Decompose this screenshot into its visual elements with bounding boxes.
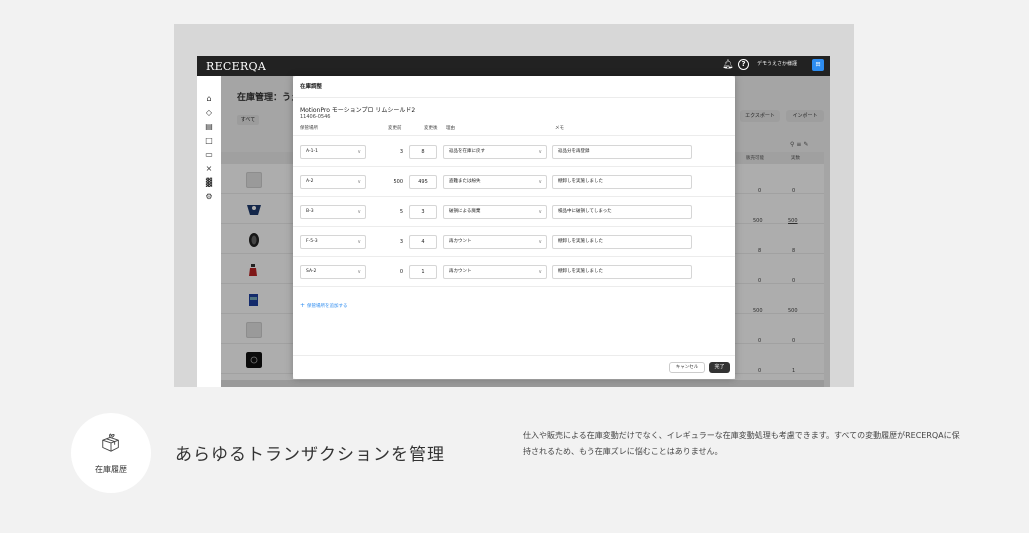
sidebar: ⌂ ◇ ▤ □ ▭ ⨯ ▓ ⚙ [197,76,221,387]
tag-icon[interactable]: ◇ [204,108,214,118]
add-location-link[interactable]: + 保管場所を追加する [300,302,348,309]
location-select[interactable]: A-2 ∨ [300,175,366,189]
before-value: 0 [399,269,403,275]
after-input[interactable]: 4 [409,235,437,249]
divider [293,286,735,287]
bell-icon[interactable]: 🔔︎ [722,60,733,70]
reason-select[interactable]: 再カウント ∨ [443,235,547,249]
memo-input[interactable]: 棚卸しを実施しました [552,175,692,189]
header-location: 保管場所 [300,126,318,131]
divider [293,97,735,98]
before-value: 500 [393,179,403,185]
memo-input[interactable]: 返品分を再登録 [552,145,692,159]
chevron-down-icon: ∨ [538,269,542,275]
header-reason: 理由 [446,126,455,131]
chevron-down-icon: ∨ [357,209,361,215]
home-icon[interactable]: ⌂ [204,94,214,104]
truck-icon[interactable]: ▭ [204,150,214,160]
reason-select[interactable]: 破損による廃棄 ∨ [443,205,547,219]
chevron-down-icon: ∨ [357,239,361,245]
after-input[interactable]: 1 [409,265,437,279]
folder-icon[interactable]: ▤ [204,122,214,132]
help-icon[interactable]: ? [738,59,749,70]
chevron-down-icon: ∨ [538,239,542,245]
cancel-button[interactable]: キャンセル [669,362,705,373]
chevron-down-icon: ∨ [538,149,542,155]
screenshot-frame: RECERQA 🔔︎ ? デモうえさか様謹 田 ⌂ ◇ ▤ □ ▭ ⨯ ▓ ⚙ … [174,24,854,387]
header-memo: メモ [555,126,564,131]
brand-logo: RECERQA [206,60,267,73]
modal-backdrop[interactable] [293,379,735,387]
product-name: MotionPro モーションプロ リムシールド2 [300,107,416,114]
before-value: 3 [399,239,403,245]
user-avatar[interactable]: 田 [812,59,824,71]
done-button[interactable]: 完了 [709,362,730,373]
header-after: 変更後 [424,126,438,131]
location-select[interactable]: A-1-1 ∨ [300,145,366,159]
location-select[interactable]: F-5-3 ∨ [300,235,366,249]
chevron-down-icon: ∨ [357,269,361,275]
user-name[interactable]: デモうえさか様謹 [757,60,797,67]
adjustment-row: B-3 ∨ 5 3 破損による廃棄 ∨ 検品中に破損してしまった [293,196,735,226]
adjustment-row: SA-2 ∨ 0 1 再カウント ∨ 棚卸しを実施しました [293,256,735,286]
feature-badge: 在庫履歴 [71,413,151,493]
chevron-down-icon: ∨ [538,209,542,215]
feature-title: あらゆるトランザクションを管理 [175,445,445,465]
adjustment-row: A-2 ∨ 500 495 盗難または紛失 ∨ 棚卸しを実施しました [293,166,735,196]
feature-description: 仕入や販売による在庫変動だけでなく、イレギュラーな在庫変動処理も考慮できます。す… [523,431,960,456]
before-value: 5 [399,209,403,215]
settings-icon[interactable]: ⚙ [204,192,214,202]
after-input[interactable]: 3 [409,205,437,219]
modal-backdrop[interactable] [221,76,293,387]
analytics-icon[interactable]: ▓ [204,178,214,188]
gift-box-icon [102,433,119,452]
location-select[interactable]: SA-2 ∨ [300,265,366,279]
memo-input[interactable]: 検品中に破損してしまった [552,205,692,219]
dialog-title: 在庫調整 [300,84,323,90]
reason-select[interactable]: 再カウント ∨ [443,265,547,279]
after-input[interactable]: 8 [409,145,437,159]
chevron-down-icon: ∨ [357,149,361,155]
memo-input[interactable]: 棚卸しを実施しました [552,235,692,249]
cart-icon[interactable]: ⨯ [204,164,214,174]
reason-select[interactable]: 盗難または紛失 ∨ [443,175,547,189]
modal-backdrop[interactable] [735,76,830,387]
chevron-down-icon: ∨ [357,179,361,185]
reason-select[interactable]: 返品を在庫に戻す ∨ [443,145,547,159]
after-input[interactable]: 495 [409,175,437,189]
before-value: 3 [399,149,403,155]
top-bar: RECERQA 🔔︎ ? デモうえさか様謹 田 [197,56,830,76]
adjustment-row: A-1-1 ∨ 3 8 返品を在庫に戻す ∨ 返品分を再登録 [293,136,735,166]
app-window: RECERQA 🔔︎ ? デモうえさか様謹 田 ⌂ ◇ ▤ □ ▭ ⨯ ▓ ⚙ … [197,56,830,387]
product-sku: 11406-0546 [300,114,331,120]
location-select[interactable]: B-3 ∨ [300,205,366,219]
adjustment-row: F-5-3 ∨ 3 4 再カウント ∨ 棚卸しを実施しました [293,226,735,256]
clipboard-icon[interactable]: □ [204,136,214,146]
chevron-down-icon: ∨ [538,179,542,185]
memo-input[interactable]: 棚卸しを実施しました [552,265,692,279]
stock-adjustment-dialog: 在庫調整 MotionPro モーションプロ リムシールド2 11406-054… [293,76,735,379]
plus-icon: + [300,302,306,309]
divider [293,355,735,356]
header-before: 変更前 [388,126,402,131]
feature-badge-label: 在庫履歴 [95,465,127,474]
